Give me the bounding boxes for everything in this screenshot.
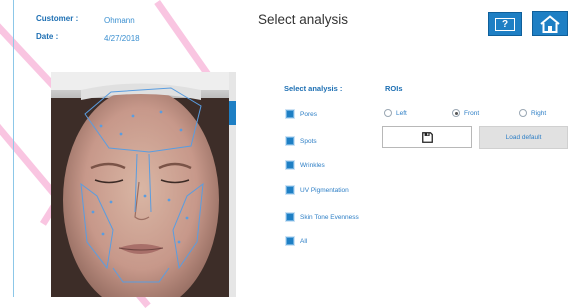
page-title: Select analysis (258, 12, 349, 27)
radio-button[interactable] (384, 109, 392, 117)
rois-label: ROIs (385, 84, 403, 93)
radio-label: Left (396, 109, 407, 117)
home-button[interactable] (532, 11, 568, 36)
customer-value: Ohmann (104, 16, 135, 25)
home-icon (540, 14, 560, 33)
checkbox-box[interactable] (285, 185, 295, 195)
checkbox-label: Skin Tone Evenness (300, 213, 359, 221)
checkbox-label: Wrinkles (300, 161, 325, 169)
checkbox-wrinkles[interactable]: Wrinkles (285, 160, 325, 170)
checkbox-box[interactable] (285, 136, 295, 146)
checkbox-box[interactable] (285, 236, 295, 246)
date-label: Date : (36, 32, 59, 41)
radio-front[interactable]: Front (452, 109, 479, 117)
help-button[interactable]: ? (488, 12, 522, 36)
checkbox-label: Spots (300, 137, 317, 145)
image-scrollbar-thumb[interactable] (229, 101, 236, 125)
checkbox-uv-pigmentation[interactable]: UV Pigmentation (285, 185, 349, 195)
checkbox-all[interactable]: All (285, 236, 308, 246)
checkbox-label: All (300, 237, 308, 245)
checkbox-skin-tone-evenness[interactable]: Skin Tone Evenness (285, 212, 359, 222)
question-mark-icon: ? (495, 17, 515, 31)
checkbox-pores[interactable]: Pores (285, 109, 317, 119)
checkbox-label: UV Pigmentation (300, 186, 349, 194)
checkbox-label: Pores (300, 110, 317, 118)
load-default-button[interactable]: Load default (479, 126, 568, 149)
radio-left[interactable]: Left (384, 109, 407, 117)
checkbox-box[interactable] (285, 212, 295, 222)
radio-label: Right (531, 109, 547, 117)
left-divider (13, 0, 14, 297)
select-analysis-label: Select analysis : (284, 84, 343, 93)
checkbox-box[interactable] (285, 109, 295, 119)
radio-label: Front (464, 109, 480, 117)
checkbox-box[interactable] (285, 160, 295, 170)
face-image (51, 72, 229, 297)
radio-button[interactable] (519, 109, 527, 117)
floppy-disk-icon (421, 131, 433, 143)
radio-right[interactable]: Right (519, 109, 546, 117)
save-button[interactable] (382, 126, 472, 148)
checkbox-spots[interactable]: Spots (285, 136, 317, 146)
radio-button[interactable] (452, 109, 460, 117)
date-value: 4/27/2018 (104, 34, 140, 43)
customer-label: Customer : (36, 14, 79, 23)
